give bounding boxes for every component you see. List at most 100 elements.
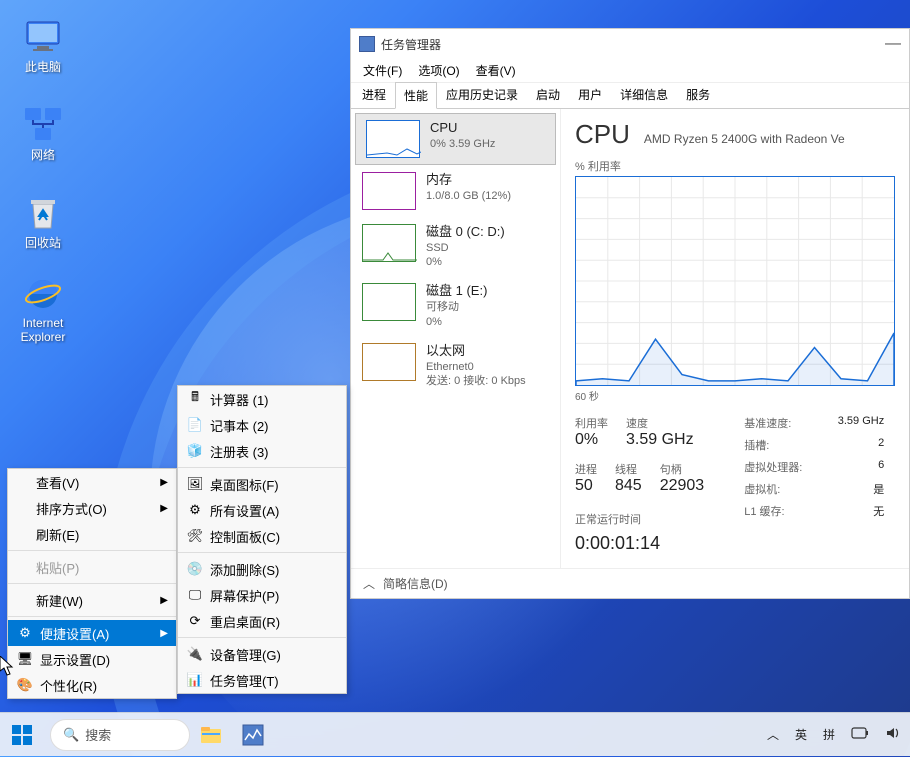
- menu-file[interactable]: 文件(F): [355, 60, 410, 81]
- menu-separator: [178, 552, 346, 553]
- stat-utilization: 0%: [575, 431, 608, 449]
- menu-new[interactable]: 新建(W)▶: [8, 587, 176, 613]
- quick-settings-submenu: 🖩计算器 (1) 📄记事本 (2) 🧊注册表 (3) 🖼桌面图标(F) ⚙所有设…: [177, 385, 347, 694]
- menu-separator: [8, 550, 176, 551]
- search-input[interactable]: 🔍 搜索: [50, 719, 190, 751]
- add-remove-icon: 💿: [186, 560, 204, 578]
- task-manager-icon: 📊: [186, 671, 204, 689]
- tab-startup[interactable]: 启动: [527, 81, 569, 108]
- menu-sort[interactable]: 排序方式(O)▶: [8, 495, 176, 521]
- menu-personalize[interactable]: 🎨个性化(R): [8, 672, 176, 698]
- submenu-desktop-icons[interactable]: 🖼桌面图标(F): [178, 471, 346, 497]
- desktop-icon-ie[interactable]: Internet Explorer: [5, 269, 81, 349]
- desktop-icon-network[interactable]: 网络: [5, 93, 81, 173]
- submenu-control-panel[interactable]: 🛠控制面板(C): [178, 523, 346, 549]
- regedit-icon: 🧊: [186, 442, 204, 460]
- chevron-right-icon: ▶: [160, 477, 168, 488]
- tray-ime-mode[interactable]: 拼: [820, 724, 838, 745]
- fewer-details-link[interactable]: 简略信息(D): [383, 575, 448, 592]
- task-manager-footer: ︿ 简略信息(D): [351, 568, 909, 598]
- desktop-icon-label: 此电脑: [25, 58, 61, 75]
- menu-separator: [8, 616, 176, 617]
- submenu-add-remove[interactable]: 💿添加删除(S): [178, 556, 346, 582]
- chevron-right-icon: ▶: [160, 628, 168, 639]
- desktop-icon-this-pc[interactable]: 此电脑: [5, 5, 81, 85]
- sidebar-item-disk1[interactable]: 磁盘 1 (E:)可移动0%: [351, 276, 560, 335]
- sidebar-item-disk0[interactable]: 磁盘 0 (C: D:)SSD0%: [351, 217, 560, 276]
- ie-icon: [23, 274, 63, 314]
- tray-battery-icon[interactable]: [848, 725, 872, 744]
- menu-view[interactable]: 查看(V): [468, 60, 524, 81]
- memory-thumbnail: [362, 172, 416, 210]
- network-icon: [23, 104, 63, 144]
- tray-volume-icon[interactable]: [882, 723, 904, 746]
- window-titlebar[interactable]: 任务管理器 —: [351, 29, 909, 59]
- recycle-icon: [23, 192, 63, 232]
- personalize-icon: 🎨: [16, 676, 34, 694]
- tab-processes[interactable]: 进程: [353, 81, 395, 108]
- desktop-icon-recycle-bin[interactable]: 回收站: [5, 181, 81, 261]
- desktop-context-menu: 查看(V)▶ 排序方式(O)▶ 刷新(E) 粘贴(P) 新建(W)▶ ⚙便捷设置…: [7, 468, 177, 699]
- minimize-button[interactable]: —: [885, 35, 901, 53]
- chevron-up-icon[interactable]: ︿: [363, 575, 375, 592]
- desktop-icon-label: Internet Explorer: [5, 316, 81, 344]
- stat-speed: 3.59 GHz: [626, 431, 694, 449]
- gear-icon: ⚙: [16, 624, 34, 642]
- sidebar-item-cpu[interactable]: CPU0% 3.59 GHz: [355, 113, 556, 165]
- performance-main: CPU AMD Ryzen 5 2400G with Radeon Ve % 利…: [561, 109, 909, 568]
- menu-quick-settings[interactable]: ⚙便捷设置(A)▶: [8, 620, 176, 646]
- taskbar-app-task-manager[interactable]: [232, 713, 274, 757]
- cursor-icon: [0, 656, 16, 676]
- tabs: 进程 性能 应用历史记录 启动 用户 详细信息 服务: [351, 83, 909, 109]
- menu-options[interactable]: 选项(O): [410, 60, 467, 81]
- chevron-right-icon: ▶: [160, 595, 168, 606]
- stat-base-speed: 3.59 GHz: [838, 415, 884, 431]
- screensaver-icon: 🖵: [186, 586, 204, 604]
- task-manager-app-icon: [359, 36, 375, 52]
- performance-sidebar: CPU0% 3.59 GHz 内存1.0/8.0 GB (12%) 磁盘 0 (…: [351, 109, 561, 568]
- tray-chevron[interactable]: ︿: [764, 724, 782, 745]
- cpu-model: AMD Ryzen 5 2400G with Radeon Ve: [644, 132, 845, 146]
- submenu-screensaver[interactable]: 🖵屏幕保护(P): [178, 582, 346, 608]
- menu-display-settings[interactable]: 🖥显示设置(D): [8, 646, 176, 672]
- menu-paste: 粘贴(P): [8, 554, 176, 580]
- tray-ime-lang[interactable]: 英: [792, 724, 810, 745]
- start-button[interactable]: [0, 713, 44, 757]
- menu-refresh[interactable]: 刷新(E): [8, 521, 176, 547]
- submenu-task-manager[interactable]: 📊任务管理(T): [178, 667, 346, 693]
- submenu-regedit[interactable]: 🧊注册表 (3): [178, 438, 346, 464]
- menubar: 文件(F) 选项(O) 查看(V): [351, 59, 909, 83]
- sidebar-item-ethernet[interactable]: 以太网Ethernet0发送: 0 接收: 0 Kbps: [351, 336, 560, 395]
- tab-details[interactable]: 详细信息: [611, 81, 677, 108]
- ethernet-thumbnail: [362, 343, 416, 381]
- pc-icon: [23, 16, 63, 56]
- desktop-icon-label: 回收站: [25, 234, 61, 251]
- device-manager-icon: 🔌: [186, 645, 204, 663]
- display-icon: 🖥: [16, 650, 34, 668]
- task-manager-window: 任务管理器 — 文件(F) 选项(O) 查看(V) 进程 性能 应用历史记录 启…: [350, 28, 910, 599]
- search-icon: 🔍: [63, 727, 79, 743]
- graph-x-label: 60 秒: [575, 388, 895, 403]
- submenu-restart-desktop[interactable]: ⟳重启桌面(R): [178, 608, 346, 634]
- calculator-icon: 🖩: [186, 390, 204, 408]
- stat-sockets: 2: [878, 437, 884, 453]
- tab-performance[interactable]: 性能: [395, 82, 437, 109]
- menu-separator: [178, 637, 346, 638]
- taskbar-app-explorer[interactable]: [190, 713, 232, 757]
- restart-icon: ⟳: [186, 612, 204, 630]
- submenu-calculator[interactable]: 🖩计算器 (1): [178, 386, 346, 412]
- submenu-device-manager[interactable]: 🔌设备管理(G): [178, 641, 346, 667]
- submenu-all-settings[interactable]: ⚙所有设置(A): [178, 497, 346, 523]
- cpu-usage-graph: [575, 176, 895, 386]
- submenu-notepad[interactable]: 📄记事本 (2): [178, 412, 346, 438]
- sidebar-item-memory[interactable]: 内存1.0/8.0 GB (12%): [351, 165, 560, 217]
- tab-users[interactable]: 用户: [569, 81, 611, 108]
- tab-services[interactable]: 服务: [677, 81, 719, 108]
- search-placeholder: 搜索: [85, 725, 111, 744]
- stat-vm: 是: [873, 481, 884, 497]
- stat-threads: 845: [615, 477, 642, 495]
- menu-view[interactable]: 查看(V)▶: [8, 469, 176, 495]
- tab-app-history[interactable]: 应用历史记录: [437, 81, 527, 108]
- desktop-icon-label: 网络: [31, 146, 55, 163]
- window-title: 任务管理器: [381, 36, 441, 53]
